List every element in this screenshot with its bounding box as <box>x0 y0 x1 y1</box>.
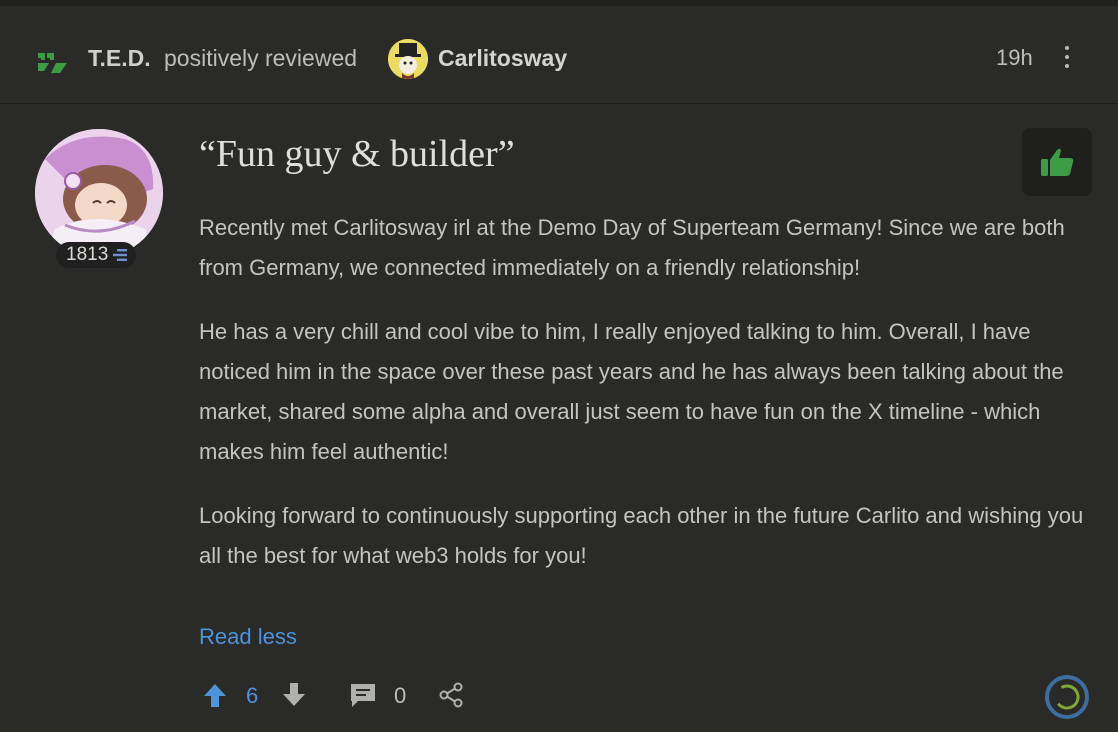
progress-ring-icon[interactable] <box>1044 674 1090 720</box>
review-action: positively reviewed <box>164 45 358 71</box>
review-body: Recently met Carlitosway irl at the Demo… <box>199 208 1099 600</box>
ethos-logo-icon <box>38 53 67 73</box>
anime-avatar-icon <box>35 129 163 257</box>
review-title: “Fun guy & builder” <box>199 133 515 175</box>
timestamp: 19h <box>996 45 1033 70</box>
positive-badge <box>1022 128 1092 196</box>
reviewer-avatar[interactable] <box>35 129 163 257</box>
review-paragraph: Looking forward to continuously supporti… <box>199 503 1084 568</box>
review-paragraph: He has a very chill and cool vibe to him… <box>199 319 1064 464</box>
read-less-link[interactable]: Read less <box>199 624 297 650</box>
arrow-up-icon[interactable] <box>202 682 228 708</box>
more-vertical-icon[interactable] <box>1060 46 1074 72</box>
top-hat-avatar-icon <box>388 39 428 79</box>
score-level-icon <box>113 249 128 261</box>
review-card: T.E.D. positively reviewed Carlitosway 1… <box>0 0 1118 732</box>
comment-count: 0 <box>394 683 407 708</box>
upvote-count: 6 <box>246 683 259 708</box>
thumbs-up-icon <box>1041 148 1074 176</box>
arrow-down-icon[interactable] <box>281 682 307 708</box>
review-header: T.E.D. positively reviewed Carlitosway 1… <box>0 12 1118 104</box>
score-value: 1813 <box>66 244 109 265</box>
reviewed-user-name[interactable]: Carlitosway <box>438 45 567 72</box>
comment-icon[interactable] <box>349 682 377 708</box>
reviewer-name[interactable]: T.E.D. <box>88 45 151 72</box>
score-badge: 1813 <box>56 242 137 268</box>
target-avatar[interactable] <box>388 39 428 79</box>
review-paragraph: Recently met Carlitosway irl at the Demo… <box>199 215 1065 280</box>
share-icon[interactable] <box>438 682 464 708</box>
